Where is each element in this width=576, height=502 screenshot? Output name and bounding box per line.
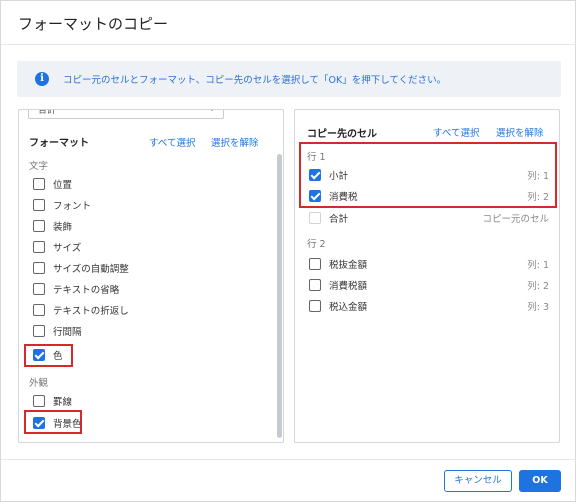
column-label: 列: 2 <box>527 281 549 292</box>
checkbox[interactable] <box>309 300 321 312</box>
format-select-all-link[interactable]: すべて選択 <box>149 135 195 149</box>
cell-label: 合計 <box>329 214 349 225</box>
destination-cell-tax-included-amount[interactable]: 税込金額 列: 3 <box>309 297 549 317</box>
highlight-box <box>299 142 557 208</box>
format-option-auto-size[interactable]: サイズの自動調整 <box>33 259 253 279</box>
source-cell-note: コピー元のセル <box>482 214 549 225</box>
checkbox[interactable] <box>309 258 321 270</box>
option-label: フォント <box>53 201 92 212</box>
checkbox[interactable] <box>33 262 45 274</box>
dialog-title: フォーマットのコピー <box>18 15 169 33</box>
chevron-down-icon <box>208 110 216 111</box>
highlight-box <box>24 344 73 367</box>
footer-divider <box>1 459 576 460</box>
format-option-line-spacing[interactable]: 行間隔 <box>33 322 253 342</box>
info-banner: i コピー元のセルとフォーマット、コピー先のセルを選択して「OK」を押下してくだ… <box>17 61 561 97</box>
format-option-border[interactable]: 罫線 <box>33 392 253 412</box>
checkbox[interactable] <box>33 395 45 407</box>
cell-label: 消費税額 <box>329 281 368 292</box>
format-panel-scrollbar[interactable] <box>277 154 282 438</box>
info-text: コピー元のセルとフォーマット、コピー先のセルを選択して「OK」を押下してください… <box>63 75 447 86</box>
checkbox[interactable] <box>33 304 45 316</box>
cell-label: 税込金額 <box>329 302 368 313</box>
destination-cell-tax-amount[interactable]: 消費税額 列: 2 <box>309 276 549 296</box>
column-label: 列: 3 <box>527 302 549 313</box>
format-option-text-wrap[interactable]: テキストの折返し <box>33 301 253 321</box>
ok-button[interactable]: OK <box>519 470 561 492</box>
checkbox[interactable] <box>33 283 45 295</box>
option-label: サイズ <box>53 243 82 254</box>
option-label: 罫線 <box>53 397 73 408</box>
info-icon: i <box>35 72 49 86</box>
option-label: テキストの省略 <box>53 285 120 296</box>
format-heading: フォーマット <box>29 138 89 149</box>
format-option-size[interactable]: サイズ <box>33 238 253 258</box>
checkbox[interactable] <box>33 241 45 253</box>
highlight-box <box>24 410 82 434</box>
destination-cell-total: 合計 コピー元のセル <box>309 209 549 229</box>
source-cell-dropdown[interactable]: 合計 <box>28 109 224 119</box>
group-label-text: 文字 <box>29 161 49 172</box>
checkbox[interactable] <box>33 178 45 190</box>
option-label: 行間隔 <box>53 327 82 338</box>
format-option-decoration[interactable]: 装飾 <box>33 217 253 237</box>
source-cell-dropdown-value: 合計 <box>38 109 57 116</box>
checkbox[interactable] <box>33 325 45 337</box>
checkbox[interactable] <box>309 279 321 291</box>
option-label: 装飾 <box>53 222 73 233</box>
header-divider <box>1 44 576 45</box>
format-panel: 合計 フォーマット すべて選択 選択を解除 文字 位置 フォント 装飾 サイズ … <box>18 109 284 443</box>
cancel-button[interactable]: キャンセル <box>444 470 512 492</box>
option-label: 位置 <box>53 180 73 191</box>
checkbox[interactable] <box>33 199 45 211</box>
format-option-font[interactable]: フォント <box>33 196 253 216</box>
format-option-text-truncate[interactable]: テキストの省略 <box>33 280 253 300</box>
checkbox-disabled <box>309 212 321 224</box>
cell-label: 税抜金額 <box>329 260 368 271</box>
format-option-position[interactable]: 位置 <box>33 175 253 195</box>
column-label: 列: 1 <box>527 260 549 271</box>
format-deselect-link[interactable]: 選択を解除 <box>211 135 259 149</box>
group-label-appearance: 外観 <box>29 378 49 389</box>
option-label: サイズの自動調整 <box>53 264 129 275</box>
row-group-label: 行 2 <box>307 239 326 250</box>
destination-deselect-link[interactable]: 選択を解除 <box>496 125 544 139</box>
destination-cell-pre-tax-amount[interactable]: 税抜金額 列: 1 <box>309 255 549 275</box>
checkbox[interactable] <box>33 220 45 232</box>
destination-select-all-link[interactable]: すべて選択 <box>433 125 479 139</box>
option-label: テキストの折返し <box>53 306 129 317</box>
copy-format-dialog: フォーマットのコピー i コピー元のセルとフォーマット、コピー先のセルを選択して… <box>0 0 576 502</box>
destination-heading: コピー先のセル <box>307 129 377 140</box>
